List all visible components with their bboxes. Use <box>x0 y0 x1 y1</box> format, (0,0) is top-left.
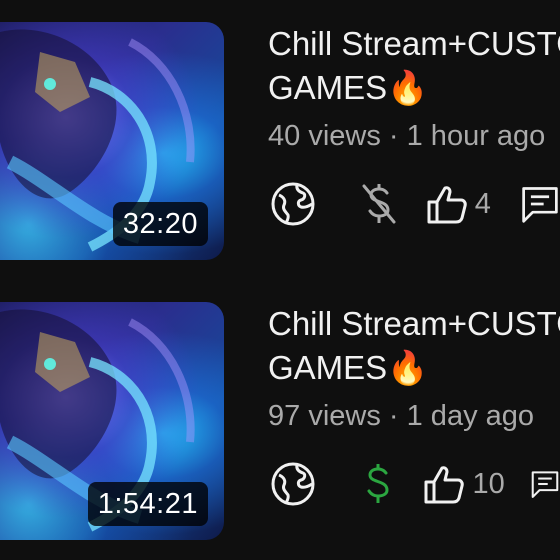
video-title[interactable]: Chill Stream+CUSTOM GAMES🔥 <box>268 22 560 110</box>
upload-age: 1 hour ago <box>406 120 546 152</box>
comments-button[interactable] <box>530 460 560 508</box>
stats-separator: · <box>388 120 399 152</box>
video-title-line: Chill Stream+CUSTOM <box>268 305 560 342</box>
video-title-line: GAMES🔥 <box>268 69 429 106</box>
comments-button[interactable] <box>520 180 560 228</box>
video-duration: 1:54:21 <box>87 482 208 526</box>
globe-icon <box>271 462 315 506</box>
stats-separator: · <box>388 400 399 432</box>
view-count: 97 views <box>268 400 381 432</box>
video-actions: 10 <box>270 460 560 508</box>
monetization-button[interactable] <box>359 180 424 228</box>
video-title-line: GAMES🔥 <box>268 349 429 386</box>
video-stats: 97 views · 1 day ago <box>268 400 560 433</box>
upload-age: 1 day ago <box>406 400 535 432</box>
thumbs-up-icon <box>427 186 467 224</box>
video-stats: 40 views · 1 hour ago <box>268 120 560 153</box>
thumbs-up-icon <box>424 466 465 504</box>
like-button[interactable]: 4 <box>425 180 520 228</box>
video-duration: 32:20 <box>112 202 208 246</box>
like-count: 10 <box>472 467 505 500</box>
video-title[interactable]: Chill Stream+CUSTOM GAMES🔥 <box>268 302 560 390</box>
dollar-off-icon <box>362 184 396 224</box>
video-list: 32:20 Chill Stream+CUSTOM GAMES🔥 40 view… <box>0 0 560 560</box>
video-meta: Chill Stream+CUSTOM GAMES🔥 97 views · 1 … <box>268 302 560 506</box>
video-meta: Chill Stream+CUSTOM GAMES🔥 40 views · 1 … <box>268 22 560 226</box>
visibility-button[interactable] <box>270 180 359 228</box>
video-thumbnail[interactable]: 32:20 <box>0 22 224 260</box>
comment-icon <box>522 187 558 223</box>
globe-icon <box>271 182 315 226</box>
dollar-icon <box>367 464 389 503</box>
video-actions: 4 <box>270 180 560 228</box>
like-count: 4 <box>474 187 491 220</box>
video-list-item[interactable]: 32:20 Chill Stream+CUSTOM GAMES🔥 40 view… <box>0 22 560 282</box>
like-button[interactable]: 10 <box>422 460 530 508</box>
video-thumbnail[interactable]: 1:54:21 <box>0 302 224 540</box>
visibility-button[interactable] <box>270 460 358 508</box>
video-list-item[interactable]: 1:54:21 Chill Stream+CUSTOM GAMES🔥 97 vi… <box>0 302 560 560</box>
view-count: 40 views <box>268 120 381 152</box>
comment-icon <box>531 471 559 498</box>
video-title-line: Chill Stream+CUSTOM <box>268 25 560 62</box>
monetization-button[interactable] <box>358 460 423 508</box>
